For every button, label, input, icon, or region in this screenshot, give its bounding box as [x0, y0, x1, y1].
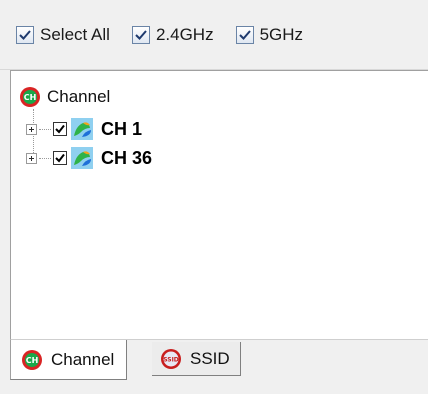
- tree-root-channel[interactable]: CH Channel: [19, 86, 110, 108]
- node-checkbox[interactable]: [53, 122, 67, 136]
- expand-icon[interactable]: [26, 152, 37, 164]
- channel-icon: CH: [22, 349, 42, 370]
- band-5ghz-label: 5GHz: [259, 24, 304, 44]
- svg-text:SSID: SSID: [163, 356, 179, 363]
- tree-node-ch36[interactable]: CH 36: [26, 147, 152, 169]
- ssid-icon: SSID: [161, 348, 181, 369]
- band-24ghz-label: 2.4GHz: [155, 24, 214, 44]
- tree-root-label: Channel: [47, 87, 111, 106]
- tree-branch-line: [39, 128, 51, 130]
- band-24ghz-checkbox[interactable]: 2.4GHz: [131, 24, 214, 45]
- tab-ssid-label: SSID: [190, 348, 230, 368]
- channel-icon: CH: [20, 87, 40, 107]
- tree-node-label: CH 1: [101, 118, 143, 139]
- tab-ssid[interactable]: SSID SSID: [152, 342, 241, 376]
- node-checkbox[interactable]: [53, 151, 67, 165]
- channel-node-icon: [71, 147, 93, 169]
- select-all-label: Select All: [40, 24, 110, 44]
- channel-tree-view[interactable]: CH Channel CH 1 CH 36: [10, 70, 428, 340]
- tab-channel-label: Channel: [51, 349, 115, 369]
- channel-node-icon: [71, 118, 93, 140]
- band-24ghz-checkbox-box[interactable]: [131, 25, 150, 44]
- band-5ghz-checkbox-box[interactable]: [235, 25, 254, 44]
- expand-icon[interactable]: [26, 123, 37, 135]
- tree-node-label: CH 36: [101, 147, 153, 168]
- band-5ghz-checkbox[interactable]: 5GHz: [235, 24, 304, 45]
- tree-node-ch1[interactable]: CH 1: [26, 118, 142, 140]
- svg-text:CH: CH: [26, 356, 39, 365]
- select-all-checkbox[interactable]: Select All: [16, 25, 110, 45]
- svg-text:CH: CH: [24, 93, 37, 102]
- select-all-checkbox-box[interactable]: [16, 25, 34, 44]
- bottom-tab-bar: CH Channel SSID SSID: [0, 340, 428, 394]
- tab-channel[interactable]: CH Channel: [10, 340, 128, 380]
- tree-branch-line: [39, 157, 51, 159]
- filter-toolbar: Select All 2.4GHz 5GHz: [0, 0, 428, 70]
